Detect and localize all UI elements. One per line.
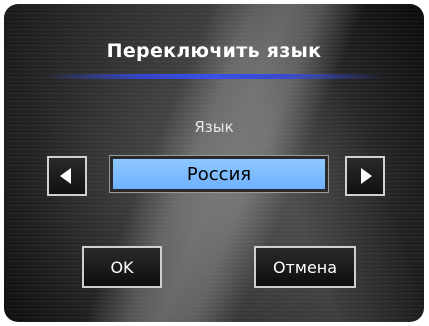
previous-language-button[interactable] [47,156,87,196]
triangle-right-icon [361,168,372,184]
language-dialog: Переключить язык Язык Россия OK Отмена [4,4,424,322]
device-frame: Переключить язык Язык Россия OK Отмена [0,0,429,326]
next-language-button[interactable] [345,156,385,196]
title-underline [44,74,384,79]
dialog-title: Переключить язык [106,40,322,62]
language-label: Язык [194,118,234,136]
language-selector[interactable]: Россия [109,155,329,193]
triangle-left-icon [60,168,71,184]
cancel-button[interactable]: Отмена [254,246,356,288]
ok-button-label: OK [110,257,134,277]
ok-button[interactable]: OK [82,246,162,288]
selected-language-value: Россия [186,163,252,185]
cancel-button-label: Отмена [272,257,338,277]
